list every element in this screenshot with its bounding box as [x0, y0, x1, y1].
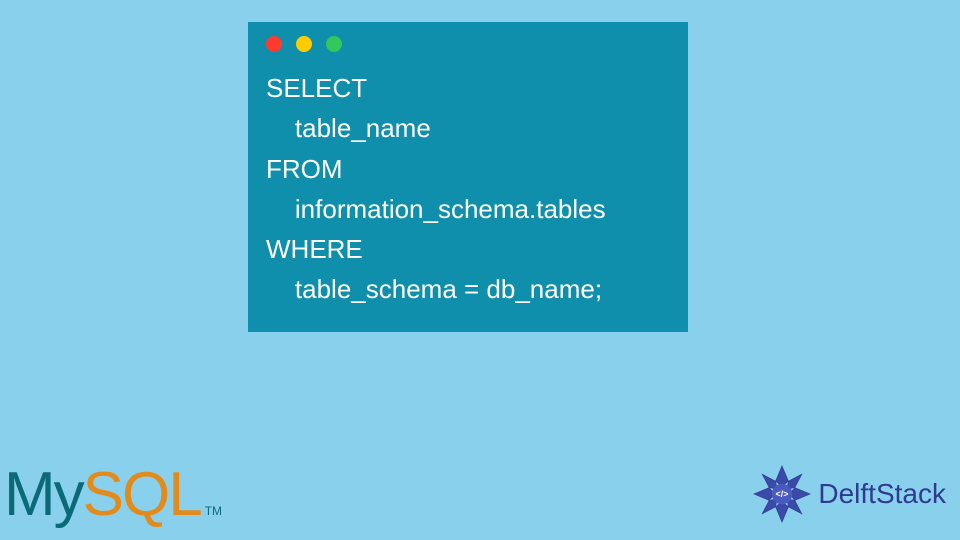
- mysql-logo-sql: SQL: [83, 459, 201, 530]
- svg-text:</>: </>: [776, 489, 789, 499]
- code-window: SELECT table_name FROM information_schem…: [248, 22, 688, 332]
- mysql-logo: MySQL TM: [4, 459, 222, 530]
- window-traffic-lights: [266, 36, 670, 52]
- mysql-logo-tm: TM: [205, 504, 222, 518]
- delftstack-logo-text: DelftStack: [818, 478, 946, 510]
- delftstack-emblem-icon: </>: [750, 462, 814, 526]
- delftstack-logo: </> DelftStack: [750, 462, 946, 526]
- mysql-logo-my: My: [4, 459, 83, 530]
- minimize-dot-icon: [296, 36, 312, 52]
- maximize-dot-icon: [326, 36, 342, 52]
- sql-code-block: SELECT table_name FROM information_schem…: [266, 68, 670, 310]
- close-dot-icon: [266, 36, 282, 52]
